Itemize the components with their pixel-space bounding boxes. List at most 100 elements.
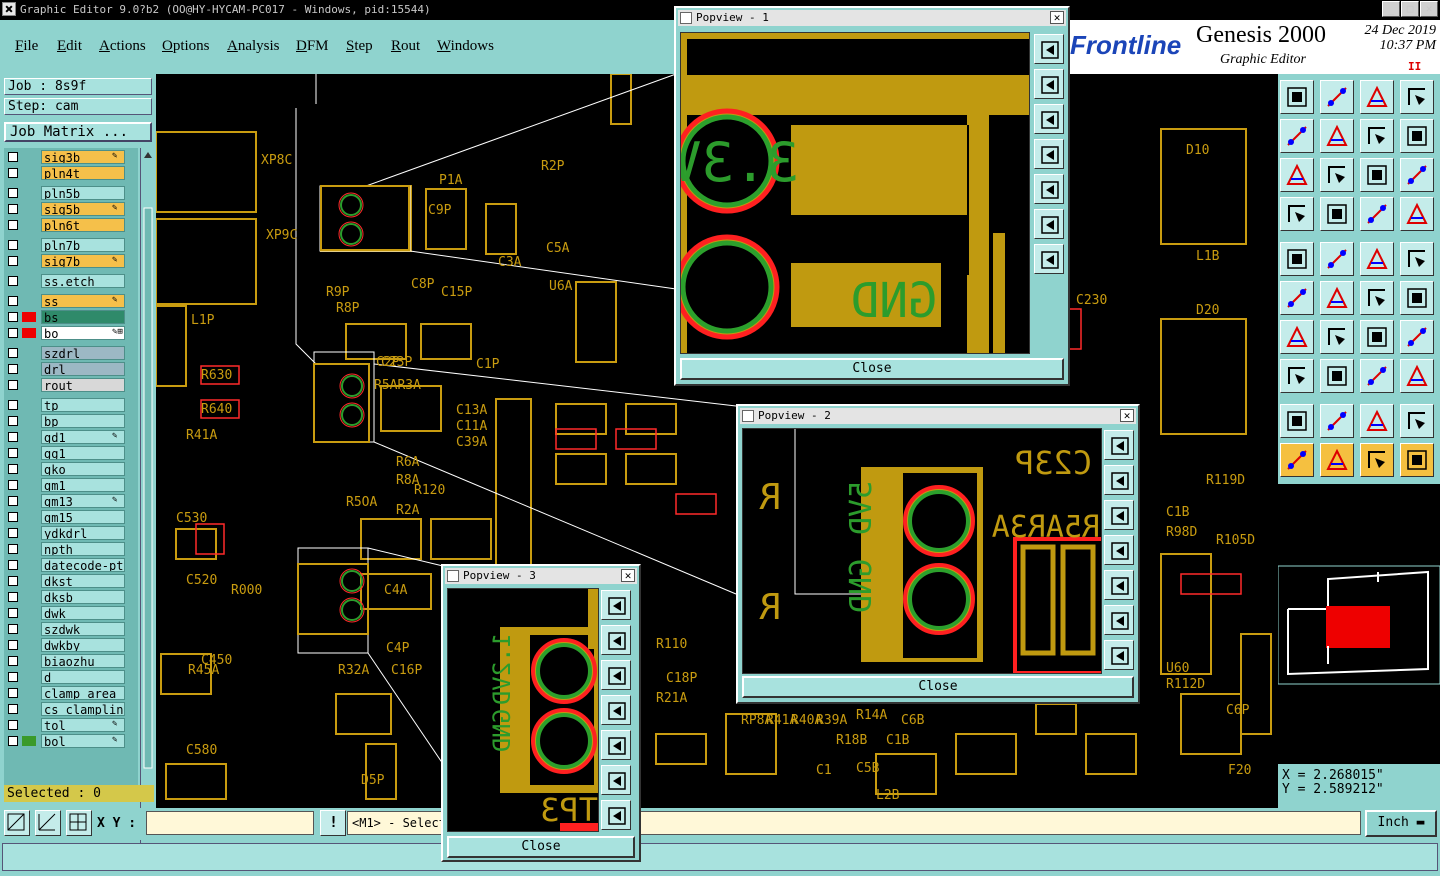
net-icon[interactable] bbox=[1400, 359, 1434, 393]
layer-color-swatch[interactable] bbox=[22, 544, 36, 554]
zoom-in-icon[interactable] bbox=[1104, 465, 1134, 495]
layer-row[interactable]: ss ✎ bbox=[4, 294, 128, 308]
layer-color-swatch[interactable] bbox=[22, 400, 36, 410]
layer-checkbox[interactable] bbox=[8, 608, 18, 618]
menu-windows[interactable]: Windows bbox=[437, 38, 494, 55]
fit-icon[interactable] bbox=[601, 765, 631, 795]
layer-color-swatch[interactable] bbox=[22, 624, 36, 634]
layer-checkbox[interactable] bbox=[8, 704, 18, 714]
draw-line-icon[interactable] bbox=[1280, 320, 1314, 354]
layer-row[interactable]: dwkby bbox=[4, 638, 128, 652]
layer-affected-icon[interactable]: ✎ bbox=[112, 255, 124, 265]
layer-row[interactable]: bs bbox=[4, 310, 128, 324]
layer-color-swatch[interactable] bbox=[22, 608, 36, 618]
layer-row[interactable]: tol ✎ bbox=[4, 718, 128, 732]
zoom-home-icon[interactable] bbox=[1034, 34, 1064, 64]
layer-checkbox[interactable] bbox=[8, 528, 18, 538]
layer-scrollbar[interactable] bbox=[140, 148, 155, 858]
layer-color-swatch[interactable] bbox=[22, 240, 36, 250]
layer-color-swatch[interactable] bbox=[22, 312, 36, 322]
popview-3-close-x[interactable]: ✕ bbox=[621, 569, 635, 582]
pan-left-icon[interactable] bbox=[1104, 535, 1134, 565]
layer-checkbox[interactable] bbox=[8, 720, 18, 730]
layer-color-swatch[interactable] bbox=[22, 496, 36, 506]
menu-dfm[interactable]: DFM bbox=[296, 38, 329, 55]
menu-step[interactable]: Step bbox=[346, 38, 373, 55]
layer-affected-icon[interactable]: ✎ bbox=[112, 495, 124, 505]
layer-color-swatch[interactable] bbox=[22, 656, 36, 666]
layer-checkbox[interactable] bbox=[8, 296, 18, 306]
layer-row[interactable]: pln6t bbox=[4, 218, 128, 232]
layer-row[interactable]: sig3b ✎ bbox=[4, 150, 128, 164]
layer-affected-icon[interactable]: ✎ bbox=[112, 203, 124, 213]
layer-checkbox[interactable] bbox=[8, 204, 18, 214]
popview-3-close-button[interactable]: Close bbox=[447, 836, 635, 858]
pan-right-icon[interactable] bbox=[1034, 174, 1064, 204]
layer-color-swatch[interactable] bbox=[22, 528, 36, 538]
grid-toggle-icon[interactable] bbox=[1320, 197, 1354, 231]
pointer-icon[interactable] bbox=[1280, 443, 1314, 477]
layer-color-swatch[interactable] bbox=[22, 640, 36, 650]
layer-affected-icon[interactable]: ✎ bbox=[112, 431, 124, 441]
fit-icon[interactable] bbox=[1104, 605, 1134, 635]
layer-row[interactable]: gm1 bbox=[4, 478, 128, 492]
layer-checkbox[interactable] bbox=[8, 432, 18, 442]
layer-color-swatch[interactable] bbox=[22, 416, 36, 426]
layer-color-swatch[interactable] bbox=[22, 188, 36, 198]
layer-row[interactable]: szdrl bbox=[4, 346, 128, 360]
zoom-out-icon[interactable] bbox=[601, 660, 631, 690]
zoom-in-icon[interactable] bbox=[601, 625, 631, 655]
layer-color-swatch[interactable] bbox=[22, 328, 36, 338]
layer-color-swatch[interactable] bbox=[22, 576, 36, 586]
layer-checkbox[interactable] bbox=[8, 188, 18, 198]
pointer-box-icon[interactable] bbox=[1320, 443, 1354, 477]
layer-checkbox[interactable] bbox=[8, 348, 18, 358]
unit-selector[interactable]: Inch ▬ bbox=[1365, 810, 1437, 837]
layer-checkbox[interactable] bbox=[8, 380, 18, 390]
close-window-button[interactable]: ✕ bbox=[1420, 1, 1438, 17]
layer-checkbox[interactable] bbox=[8, 448, 18, 458]
center-icon[interactable] bbox=[601, 800, 631, 830]
select-pad-icon[interactable] bbox=[1280, 242, 1314, 276]
layer-checkbox[interactable] bbox=[8, 400, 18, 410]
zoom-out-icon[interactable] bbox=[1104, 500, 1134, 530]
layer-row[interactable]: gm15 bbox=[4, 510, 128, 524]
menu-actions[interactable]: Actions bbox=[99, 38, 146, 55]
panel-icon[interactable] bbox=[1320, 80, 1354, 114]
measure-line-icon[interactable] bbox=[1320, 242, 1354, 276]
connect-nodes-icon[interactable] bbox=[1280, 281, 1314, 315]
layer-row[interactable]: rout bbox=[4, 378, 128, 392]
layer-row[interactable]: gm13 ✎ bbox=[4, 494, 128, 508]
job-matrix-button[interactable]: Job Matrix ... bbox=[4, 122, 152, 142]
triangle-red-icon[interactable] bbox=[1280, 404, 1314, 438]
pcb-view-icon[interactable] bbox=[1360, 197, 1394, 231]
layer-checkbox[interactable] bbox=[8, 576, 18, 586]
layer-affected-icon[interactable]: ✎ bbox=[112, 151, 124, 161]
layer-checkbox[interactable] bbox=[8, 276, 18, 286]
fit-width-icon[interactable] bbox=[1360, 359, 1394, 393]
help-icon[interactable] bbox=[1400, 158, 1434, 192]
layer-row[interactable]: ydkdrl bbox=[4, 526, 128, 540]
layer-row[interactable]: tp bbox=[4, 398, 128, 412]
layer-checkbox[interactable] bbox=[8, 152, 18, 162]
font-icon[interactable] bbox=[1400, 320, 1434, 354]
layer-color-swatch[interactable] bbox=[22, 204, 36, 214]
popview-2-close-button[interactable]: Close bbox=[742, 676, 1134, 698]
zoom-home-icon[interactable] bbox=[1104, 430, 1134, 460]
fit-icon[interactable] bbox=[1034, 209, 1064, 239]
layer-row[interactable]: dkst bbox=[4, 574, 128, 588]
layer-checkbox[interactable] bbox=[8, 480, 18, 490]
layer-affected-icon[interactable]: ✎ bbox=[112, 719, 124, 729]
layer-checkbox[interactable] bbox=[8, 328, 18, 338]
layer-color-swatch[interactable] bbox=[22, 220, 36, 230]
grid-icon[interactable] bbox=[66, 810, 92, 836]
layer-checkbox[interactable] bbox=[8, 256, 18, 266]
add-node-icon[interactable] bbox=[1360, 281, 1394, 315]
zoom-area-icon[interactable] bbox=[1320, 158, 1354, 192]
menu-rout[interactable]: Rout bbox=[391, 38, 420, 55]
layer-checkbox[interactable] bbox=[8, 688, 18, 698]
layer-row[interactable]: gd1 ✎ bbox=[4, 430, 128, 444]
layer-color-swatch[interactable] bbox=[22, 560, 36, 570]
pan-right-icon[interactable] bbox=[1104, 570, 1134, 600]
layer-color-swatch[interactable] bbox=[22, 736, 36, 746]
